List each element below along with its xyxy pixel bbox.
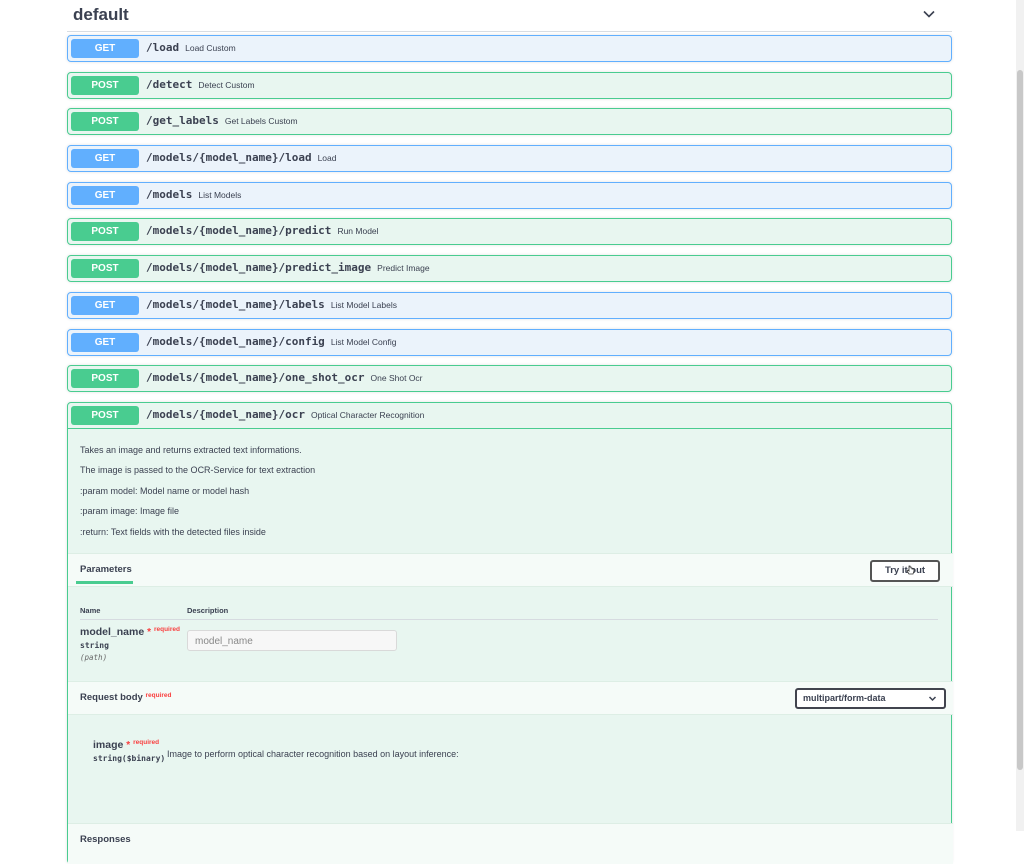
- operation-path-text: /models/{model_name}/load: [146, 151, 312, 165]
- method-badge: POST: [71, 405, 139, 425]
- operation-summary: Load Custom: [185, 43, 236, 53]
- try-it-out-button[interactable]: Try it out: [870, 559, 940, 582]
- method-badge: GET: [71, 149, 139, 169]
- content-type-select[interactable]: multipart/form-data: [795, 687, 946, 709]
- parameter-name: model_name * required: [80, 626, 180, 638]
- table-divider: [80, 618, 938, 620]
- operation-summary: List Models: [198, 189, 242, 200]
- method-badge: GET: [71, 332, 139, 352]
- required-label: required: [145, 691, 172, 699]
- operation-path-text: /models/{model_name}/predict_image: [146, 261, 372, 275]
- operation-path: /models/{model_name}/predict Run Model: [146, 224, 379, 237]
- section-title: default: [73, 5, 129, 24]
- parameters-bar: Parameters Try it out: [68, 552, 953, 587]
- description-line: Takes an image and returns extracted tex…: [80, 444, 302, 455]
- operation-path-text: /get_labels: [146, 114, 219, 128]
- operation-summary: Optical Character Recognition: [310, 409, 425, 420]
- operation-summary: Get Labels Custom: [224, 116, 298, 127]
- required-star: *: [126, 739, 131, 751]
- scrollbar-thumb[interactable]: [1017, 70, 1023, 770]
- operations-container: default GET/load Load Custom POST/detect De…: [67, 0, 953, 864]
- section-header[interactable]: default: [67, 0, 952, 32]
- operation-path-text: /models/{model_name}/config: [146, 334, 325, 348]
- parameter-type: string: [80, 640, 109, 650]
- operation-row[interactable]: POST/models/{model_name}/one_shot_ocr One…: [67, 365, 952, 393]
- operation-path-text: /models/{model_name}/one_shot_ocr: [146, 371, 365, 385]
- responses-title: Responses: [80, 833, 131, 845]
- operation-row[interactable]: GET/load Load Custom: [67, 35, 952, 62]
- required-label: required: [133, 738, 160, 746]
- operation-summary: One Shot Ocr: [370, 373, 423, 384]
- parameter-name-text: model_name: [80, 625, 145, 638]
- operation-row[interactable]: GET/models/{model_name}/labels List Model…: [67, 291, 952, 319]
- operation-summary: Predict Image: [377, 263, 430, 274]
- tab-parameters[interactable]: Parameters: [80, 564, 132, 575]
- method-badge: POST: [71, 259, 139, 279]
- operation-path: /detect Detect Custom: [146, 78, 255, 91]
- method-badge: POST: [71, 75, 139, 95]
- method-badge: POST: [71, 112, 139, 132]
- operation-path-text: /detect: [146, 77, 193, 91]
- chevron-down-icon[interactable]: [922, 7, 936, 21]
- operation-path: /load Load Custom: [146, 41, 236, 54]
- operation-description: Takes an image and returns extracted tex…: [80, 445, 315, 548]
- hand-cursor-icon: [906, 565, 915, 575]
- operation-summary: Load: [317, 153, 337, 164]
- chevron-down-icon: [928, 696, 937, 701]
- scrollbar-track[interactable]: [1016, 0, 1024, 831]
- method-badge: GET: [71, 185, 139, 205]
- operation-row[interactable]: POST/get_labels Get Labels Custom: [67, 108, 952, 136]
- column-header-description: Description: [187, 605, 229, 615]
- body-field-description: Image to perform optical character recog…: [167, 748, 459, 759]
- operation-path-text: /models/{model_name}/labels: [146, 297, 325, 311]
- operation-summary: Detect Custom: [198, 79, 255, 90]
- tab-active-indicator: [76, 580, 133, 584]
- operation-row[interactable]: GET/models List Models: [67, 181, 952, 209]
- operation-path: /models List Models: [146, 188, 241, 201]
- operation-path: /models/{model_name}/predict_image Predic…: [146, 261, 430, 274]
- description-line: :return: Text fields with the detected f…: [80, 526, 266, 537]
- operation-list: GET/load Load Custom POST/detect Detect Cus…: [67, 35, 952, 393]
- operation-path-text: /load: [146, 41, 180, 54]
- operation-row[interactable]: POST/detect Detect Custom: [67, 71, 952, 99]
- request-body-title: Request body required: [80, 692, 171, 703]
- operation-summary: List Model Config: [330, 336, 397, 347]
- operation-path: /models/{model_name}/one_shot_ocr One Sho…: [146, 371, 423, 384]
- description-line: The image is passed to the OCR-Service f…: [80, 465, 316, 476]
- body-field-name-text: image: [93, 738, 124, 751]
- operation-summary: List Model Labels: [330, 299, 397, 310]
- body-field-type: string($binary): [93, 753, 166, 763]
- content-type-value: multipart/form-data: [803, 692, 886, 703]
- operation-path-text: /models/{model_name}/predict: [146, 224, 332, 238]
- operation-summary: Run Model: [337, 226, 379, 237]
- required-label: required: [153, 625, 180, 633]
- method-badge: POST: [71, 222, 139, 242]
- operation-path: /models/{model_name}/labels List Model La…: [146, 298, 397, 311]
- operation-path-text: /models/{model_name}/ocr: [146, 407, 305, 421]
- method-badge: POST: [71, 369, 139, 389]
- description-line: :param image: Image file: [80, 506, 180, 517]
- operation-path: /get_labels Get Labels Custom: [146, 114, 298, 127]
- parameter-location: (path): [80, 652, 108, 662]
- method-badge: GET: [71, 295, 139, 315]
- description-line: :param model: Model name or model hash: [80, 485, 250, 496]
- required-star: *: [147, 626, 152, 638]
- body-field-name: image * required: [93, 739, 159, 751]
- operation-path: /models/{model_name}/load Load: [146, 151, 337, 164]
- operation-row[interactable]: POST/models/{model_name}/predict_image Pr…: [67, 255, 952, 283]
- operation-path-text: /models: [146, 187, 193, 201]
- operation-ocr-expanded: POST /models/{model_name}/ocr Optical Cha…: [67, 401, 953, 864]
- request-body-title-text: Request body: [80, 691, 143, 703]
- operation-ocr-header[interactable]: POST /models/{model_name}/ocr Optical Cha…: [68, 403, 951, 429]
- operation-row[interactable]: POST/models/{model_name}/predict Run Mode…: [67, 218, 952, 246]
- request-body-bar: Request body required multipart/form-dat…: [68, 680, 953, 715]
- operation-row[interactable]: GET/models/{model_name}/load Load: [67, 145, 952, 173]
- method-badge: GET: [71, 39, 139, 58]
- operation-path: /models/{model_name}/config List Model Co…: [146, 335, 396, 348]
- operation-path: /models/{model_name}/ocr Optical Characte…: [146, 408, 424, 421]
- operation-row[interactable]: GET/models/{model_name}/config List Model…: [67, 328, 952, 356]
- responses-bar: Responses: [68, 822, 953, 864]
- column-header-name: Name: [80, 605, 101, 615]
- model-name-input[interactable]: model_name: [187, 629, 397, 651]
